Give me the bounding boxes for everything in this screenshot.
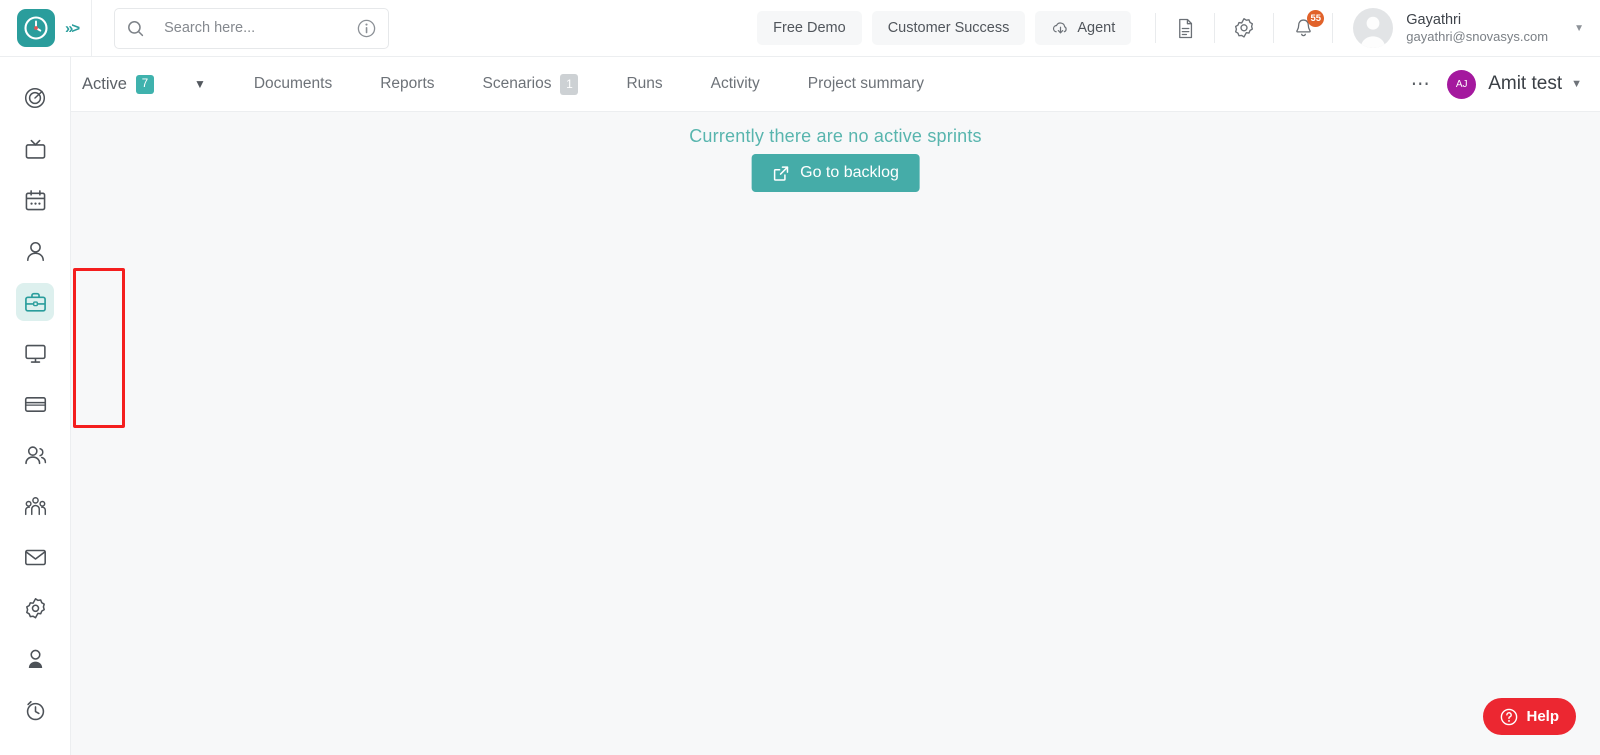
tab-reports[interactable]: Reports: [380, 75, 434, 93]
project-nav-bar: Active 7 ▼ Documents Reports Scenarios 1…: [71, 57, 1600, 112]
ellipsis-icon[interactable]: ⋯: [1411, 73, 1432, 96]
chevron-down-icon[interactable]: ▼: [1574, 23, 1584, 34]
sidebar-item-tv[interactable]: [16, 130, 54, 168]
agent-button[interactable]: Agent: [1035, 11, 1131, 45]
help-button[interactable]: Help: [1483, 698, 1576, 735]
tab-reports-label: Reports: [380, 75, 434, 93]
calendar-icon: [23, 188, 48, 213]
tab-scenarios-label: Scenarios: [483, 75, 552, 93]
app-root: »> Free Demo Customer Success: [0, 0, 1600, 755]
tab-activity-label: Activity: [711, 75, 760, 93]
monitor-icon: [23, 341, 48, 366]
customer-success-label: Customer Success: [888, 20, 1010, 36]
chevron-down-icon[interactable]: ▼: [1571, 78, 1582, 90]
project-avatar[interactable]: AJ: [1447, 70, 1476, 99]
free-demo-button[interactable]: Free Demo: [757, 11, 862, 45]
search-input[interactable]: [164, 20, 357, 36]
header-separator-3: [1273, 13, 1274, 43]
person-icon: [23, 239, 48, 264]
user-name: Gayathri: [1406, 11, 1548, 29]
user-email: gayathri@snovasys.com: [1406, 29, 1548, 45]
notification-count-badge: 55: [1307, 10, 1324, 27]
search-box[interactable]: [114, 8, 389, 49]
external-link-icon: [772, 165, 789, 182]
tab-runs-label: Runs: [626, 75, 662, 93]
sidebar-item-settings[interactable]: [16, 589, 54, 627]
gear-icon: [23, 596, 48, 621]
go-to-backlog-label: Go to backlog: [800, 164, 899, 182]
two-people-icon: [23, 443, 48, 468]
tab-runs[interactable]: Runs: [626, 75, 662, 93]
question-circle-icon: [1500, 708, 1518, 726]
app-logo[interactable]: [17, 9, 55, 47]
user-info: Gayathri gayathri@snovasys.com: [1406, 11, 1548, 45]
active-filter-count: 7: [136, 75, 154, 94]
active-filter[interactable]: Active 7: [82, 75, 154, 94]
envelope-icon: [23, 545, 48, 570]
document-icon: [1174, 17, 1197, 40]
clock-logo-icon: [23, 15, 49, 41]
gear-icon: [1232, 16, 1256, 40]
sidebar-item-timer[interactable]: [16, 691, 54, 729]
sidebar-item-mail[interactable]: [16, 538, 54, 576]
caret-down-icon[interactable]: ▼: [194, 77, 206, 91]
customer-success-button[interactable]: Customer Success: [872, 11, 1026, 45]
free-demo-label: Free Demo: [773, 20, 846, 36]
gear-icon-button[interactable]: [1229, 13, 1259, 43]
notifications-button[interactable]: 55: [1288, 13, 1318, 43]
sidebar-item-profile[interactable]: [16, 232, 54, 270]
sidebar-item-billing[interactable]: [16, 385, 54, 423]
user-menu[interactable]: Gayathri gayathri@snovasys.com ▼: [1353, 8, 1584, 48]
sidebar-item-contacts[interactable]: [16, 436, 54, 474]
target-icon: [23, 86, 47, 110]
sidebar-item-teams[interactable]: [16, 487, 54, 525]
document-icon-button[interactable]: [1170, 13, 1200, 43]
header-separator-4: [1332, 13, 1333, 43]
avatar: [1353, 8, 1393, 48]
tab-activity[interactable]: Activity: [711, 75, 760, 93]
tab-documents[interactable]: Documents: [254, 75, 332, 93]
sidebar-item-calendar[interactable]: [16, 181, 54, 219]
active-filter-label: Active: [82, 75, 127, 94]
tab-scenarios[interactable]: Scenarios 1: [483, 74, 579, 95]
info-circle-icon[interactable]: [357, 19, 376, 38]
help-label: Help: [1526, 708, 1559, 725]
alarm-clock-icon: [23, 698, 48, 723]
agent-label: Agent: [1077, 20, 1115, 36]
cloud-download-icon: [1051, 19, 1070, 38]
project-name[interactable]: Amit test: [1488, 73, 1562, 95]
header-separator-1: [1155, 13, 1156, 43]
search-icon: [127, 20, 144, 37]
left-sidebar: [0, 57, 71, 755]
group-people-icon: [23, 494, 48, 519]
top-header: »> Free Demo Customer Success: [0, 0, 1600, 57]
expand-sidebar-icon[interactable]: »>: [65, 20, 78, 37]
credit-card-icon: [23, 392, 48, 417]
tv-icon: [23, 137, 48, 162]
tab-project-summary-label: Project summary: [808, 75, 924, 93]
tab-project-summary[interactable]: Project summary: [808, 75, 924, 93]
go-to-backlog-button[interactable]: Go to backlog: [751, 154, 920, 192]
sidebar-item-target[interactable]: [16, 79, 54, 117]
user-badge-icon: [23, 647, 48, 672]
sidebar-item-projects[interactable]: [16, 283, 54, 321]
sidebar-item-account[interactable]: [16, 640, 54, 678]
tab-scenarios-count: 1: [560, 74, 578, 95]
briefcase-icon: [23, 290, 48, 315]
sidebar-item-monitor[interactable]: [16, 334, 54, 372]
main-content: Currently there are no active sprints Go…: [71, 112, 1600, 755]
user-avatar-icon: [1353, 8, 1393, 48]
header-divider: [91, 0, 92, 57]
header-separator-2: [1214, 13, 1215, 43]
empty-state-message: Currently there are no active sprints: [71, 126, 1600, 147]
tab-documents-label: Documents: [254, 75, 332, 93]
